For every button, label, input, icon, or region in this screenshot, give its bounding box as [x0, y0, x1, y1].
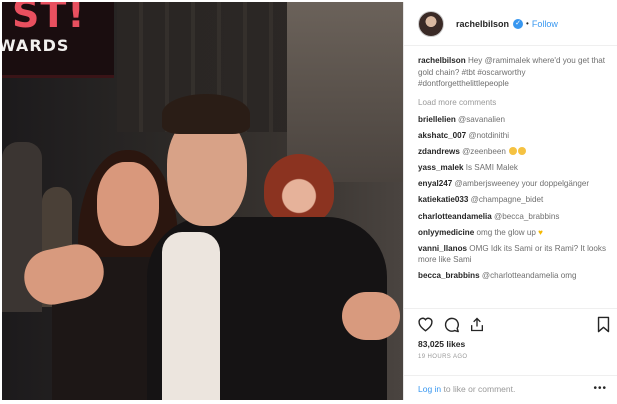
- laughing-emoji-icon: [509, 147, 518, 156]
- man-shirt: [162, 232, 220, 400]
- man-hair: [162, 94, 250, 134]
- comment-row: vanni_llanos OMG Idk its Sami or its Ram…: [418, 243, 608, 266]
- login-suffix: to like or comment.: [443, 384, 516, 394]
- comment-text: @champagne_bidet: [470, 195, 544, 205]
- login-link[interactable]: Log in: [418, 384, 441, 394]
- marquee-text-large: ST!: [12, 2, 86, 36]
- more-options-icon[interactable]: •••: [593, 384, 607, 394]
- comment-text: @becca_brabbins: [494, 211, 560, 221]
- post-photo[interactable]: ST! WARDS: [2, 2, 403, 400]
- post-actions: 83,025 likes 19 HOURS AGO Log in to like…: [404, 308, 617, 400]
- bookmark-icon[interactable]: [594, 315, 612, 333]
- load-more-comments-link[interactable]: Load more comments: [418, 97, 608, 109]
- marquee-text-small: WARDS: [2, 36, 70, 55]
- comment-username[interactable]: akshatc_007: [418, 131, 466, 140]
- comment-text: @notdinithi: [468, 131, 510, 141]
- comment-username[interactable]: vanni_llanos: [418, 244, 467, 253]
- comment-row: akshatc_007 @notdinithi: [418, 130, 608, 142]
- comment-username[interactable]: enyal247: [418, 179, 452, 188]
- comment-username[interactable]: onlyymedicine: [418, 228, 474, 237]
- theater-marquee: ST! WARDS: [2, 2, 114, 78]
- comment-row: becca_brabbins @charlotteandamelia omg: [418, 270, 608, 282]
- post-timestamp: 19 HOURS AGO: [418, 354, 468, 360]
- post-sidebar: rachelbilson ✓ • Follow rachelbilson Hey…: [403, 2, 617, 400]
- woman-face: [97, 162, 159, 246]
- comment-row: yass_malek Is SAMI Malek: [418, 162, 608, 174]
- comment-row: katiekatie033 @champagne_bidet: [418, 194, 608, 206]
- post-header: rachelbilson ✓ • Follow: [404, 2, 617, 46]
- comment-row: briellelien @savanalien: [418, 114, 608, 126]
- caption-username[interactable]: rachelbilson: [418, 56, 466, 65]
- comment-text: @charlotteandamelia omg: [481, 271, 577, 281]
- comment-text: @zeenbeen: [462, 147, 506, 157]
- arm-right: [342, 292, 400, 340]
- comment-username[interactable]: briellelien: [418, 115, 456, 124]
- yellow-heart-icon: ♥: [538, 227, 543, 237]
- comment-text: Is SAMI Malek: [465, 163, 518, 173]
- login-prompt: Log in to like or comment. •••: [404, 375, 617, 401]
- comment-text: @savanalien: [458, 115, 505, 124]
- share-icon[interactable]: [468, 315, 486, 333]
- likes-count[interactable]: 83,025 likes: [418, 339, 465, 349]
- post-caption: rachelbilson Hey @ramimalek where'd you …: [418, 55, 608, 90]
- comments-section: rachelbilson Hey @ramimalek where'd you …: [418, 55, 608, 305]
- comment-row: onlyymedicine omg the glow up ♥: [418, 227, 608, 239]
- comment-row: enyal247 @amberjsweeney your doppelgänge…: [418, 178, 608, 190]
- verified-badge-icon: ✓: [513, 18, 524, 29]
- background-redhead-person: [264, 154, 334, 224]
- comment-text: omg the glow up: [476, 227, 536, 237]
- header-username[interactable]: rachelbilson: [456, 19, 509, 29]
- header-separator: •: [526, 19, 529, 28]
- comment-username[interactable]: becca_brabbins: [418, 271, 480, 280]
- heart-icon[interactable]: [416, 315, 434, 333]
- comment-username[interactable]: charlotteandamelia: [418, 212, 492, 221]
- laughing-emoji-icon: [518, 147, 527, 156]
- comment-text: @amberjsweeney your doppelgänger: [454, 179, 590, 189]
- comment-username[interactable]: zdandrews: [418, 147, 460, 156]
- comment-row: zdandrews @zeenbeen: [418, 146, 608, 158]
- comment-username[interactable]: yass_malek: [418, 163, 463, 172]
- avatar[interactable]: [418, 10, 444, 37]
- comment-icon[interactable]: [442, 315, 460, 333]
- follow-button[interactable]: Follow: [532, 19, 558, 29]
- comment-username[interactable]: katiekatie033: [418, 195, 468, 204]
- comment-row: charlotteandamelia @becca_brabbins: [418, 211, 608, 223]
